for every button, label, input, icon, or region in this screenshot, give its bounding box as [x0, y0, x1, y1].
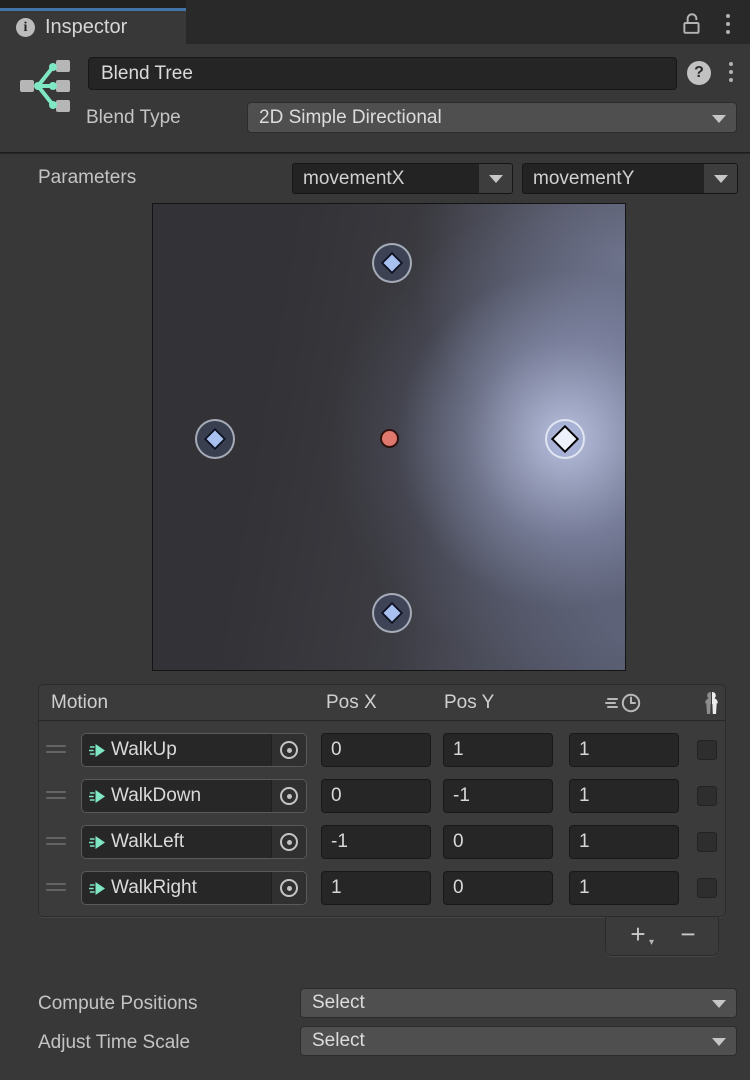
- column-header-pos-x: Pos X: [326, 692, 377, 714]
- parameter-x-dropdown[interactable]: movementX: [292, 163, 513, 194]
- blend-point-walkdown[interactable]: [372, 593, 412, 633]
- parameter-y-dropdown[interactable]: movementY: [522, 163, 738, 194]
- speed-icon: [605, 692, 647, 714]
- motion-object-field[interactable]: WalkLeft: [81, 825, 307, 859]
- blend-point-diamond: [381, 602, 404, 625]
- animation-clip-icon: [89, 881, 106, 896]
- parameters-label: Parameters: [38, 167, 136, 189]
- adjust-time-scale-label: Adjust Time Scale: [38, 1032, 190, 1054]
- adjust-time-scale-value: Select: [301, 1030, 365, 1052]
- blend-point-walkright-selected[interactable]: [545, 419, 585, 459]
- blend-type-dropdown[interactable]: 2D Simple Directional: [247, 102, 737, 133]
- unlock-icon[interactable]: [681, 11, 703, 35]
- tab-bar: i Inspector: [0, 0, 750, 44]
- drag-handle[interactable]: [46, 883, 66, 891]
- blend-type-value: 2D Simple Directional: [248, 107, 442, 129]
- list-footer: + ▾ −: [605, 917, 719, 956]
- blend-point-diamond: [204, 428, 227, 451]
- pos-y-input[interactable]: [443, 733, 553, 767]
- animation-clip-icon: [89, 835, 106, 850]
- table-row: WalkRight: [39, 871, 725, 905]
- mirror-checkbox[interactable]: [697, 832, 717, 852]
- drag-handle[interactable]: [46, 791, 66, 799]
- mirror-checkbox[interactable]: [697, 740, 717, 760]
- motion-name: WalkDown: [111, 785, 201, 807]
- parameter-x-value: movementX: [293, 168, 404, 190]
- pos-y-input[interactable]: [443, 871, 553, 905]
- tab-bar-spacer: [0, 0, 186, 8]
- column-header-motion: Motion: [51, 692, 108, 714]
- pos-y-input[interactable]: [443, 779, 553, 813]
- object-picker-button[interactable]: [271, 872, 306, 904]
- object-picker-icon: [280, 879, 298, 897]
- pos-y-input[interactable]: [443, 825, 553, 859]
- motion-name: WalkUp: [111, 739, 177, 761]
- preview-position-dot[interactable]: [380, 429, 399, 448]
- animation-clip-icon: [89, 743, 106, 758]
- blend-space-graph[interactable]: [152, 203, 626, 671]
- tab-inspector[interactable]: i Inspector: [0, 8, 186, 44]
- motion-object-field[interactable]: WalkDown: [81, 779, 307, 813]
- speed-input[interactable]: [569, 871, 679, 905]
- motion-name: WalkLeft: [111, 831, 184, 853]
- compute-positions-dropdown[interactable]: Select: [300, 988, 737, 1018]
- chevron-down-icon: [712, 1000, 726, 1008]
- motion-list-header: Motion Pos X Pos Y: [39, 685, 725, 721]
- motion-object-field[interactable]: WalkUp: [81, 733, 307, 767]
- pos-x-input[interactable]: [321, 871, 431, 905]
- inspector-panel: i Inspector ? Blend Type 2D Simple Direc…: [0, 0, 750, 1080]
- blend-tree-icon: [17, 56, 75, 116]
- help-icon[interactable]: ?: [687, 61, 711, 85]
- table-row: WalkLeft: [39, 825, 725, 859]
- section-divider: [0, 152, 750, 154]
- parameter-y-value: movementY: [523, 168, 634, 190]
- blend-tree-name-input[interactable]: [88, 57, 677, 90]
- compute-positions-label: Compute Positions: [38, 993, 197, 1015]
- compute-positions-value: Select: [301, 992, 365, 1014]
- remove-motion-button[interactable]: −: [668, 918, 708, 950]
- blend-type-label: Blend Type: [86, 107, 181, 129]
- pos-x-input[interactable]: [321, 825, 431, 859]
- motion-object-field[interactable]: WalkRight: [81, 871, 307, 905]
- tab-title: Inspector: [45, 16, 127, 39]
- blend-point-walkup[interactable]: [372, 243, 412, 283]
- blend-point-diamond: [551, 425, 579, 453]
- info-icon: i: [16, 18, 35, 37]
- blend-point-walkleft[interactable]: [195, 419, 235, 459]
- table-row: WalkDown: [39, 779, 725, 813]
- object-picker-button[interactable]: [271, 780, 306, 812]
- speed-input[interactable]: [569, 779, 679, 813]
- mirror-checkbox[interactable]: [697, 878, 717, 898]
- chevron-down-icon: [479, 164, 512, 193]
- table-row: WalkUp: [39, 733, 725, 767]
- tab-menu-icon[interactable]: [724, 14, 732, 34]
- animation-clip-icon: [89, 789, 106, 804]
- object-picker-button[interactable]: [271, 826, 306, 858]
- speed-input[interactable]: [569, 733, 679, 767]
- object-picker-icon: [280, 787, 298, 805]
- chevron-down-icon: [712, 1038, 726, 1046]
- object-picker-button[interactable]: [271, 734, 306, 766]
- component-menu-icon[interactable]: [727, 62, 735, 82]
- chevron-down-icon: [704, 164, 737, 193]
- object-picker-icon: [280, 833, 298, 851]
- blend-point-diamond: [381, 252, 404, 275]
- drag-handle[interactable]: [46, 837, 66, 845]
- adjust-time-scale-dropdown[interactable]: Select: [300, 1026, 737, 1056]
- add-dropdown-caret-icon: ▾: [649, 937, 654, 948]
- chevron-down-icon: [712, 115, 726, 123]
- mirror-checkbox[interactable]: [697, 786, 717, 806]
- mirror-icon: [700, 690, 723, 716]
- column-header-pos-y: Pos Y: [444, 692, 494, 714]
- motion-name: WalkRight: [111, 877, 197, 899]
- pos-x-input[interactable]: [321, 733, 431, 767]
- speed-input[interactable]: [569, 825, 679, 859]
- drag-handle[interactable]: [46, 745, 66, 753]
- pos-x-input[interactable]: [321, 779, 431, 813]
- motion-list: Motion Pos X Pos Y: [38, 684, 726, 917]
- object-picker-icon: [280, 741, 298, 759]
